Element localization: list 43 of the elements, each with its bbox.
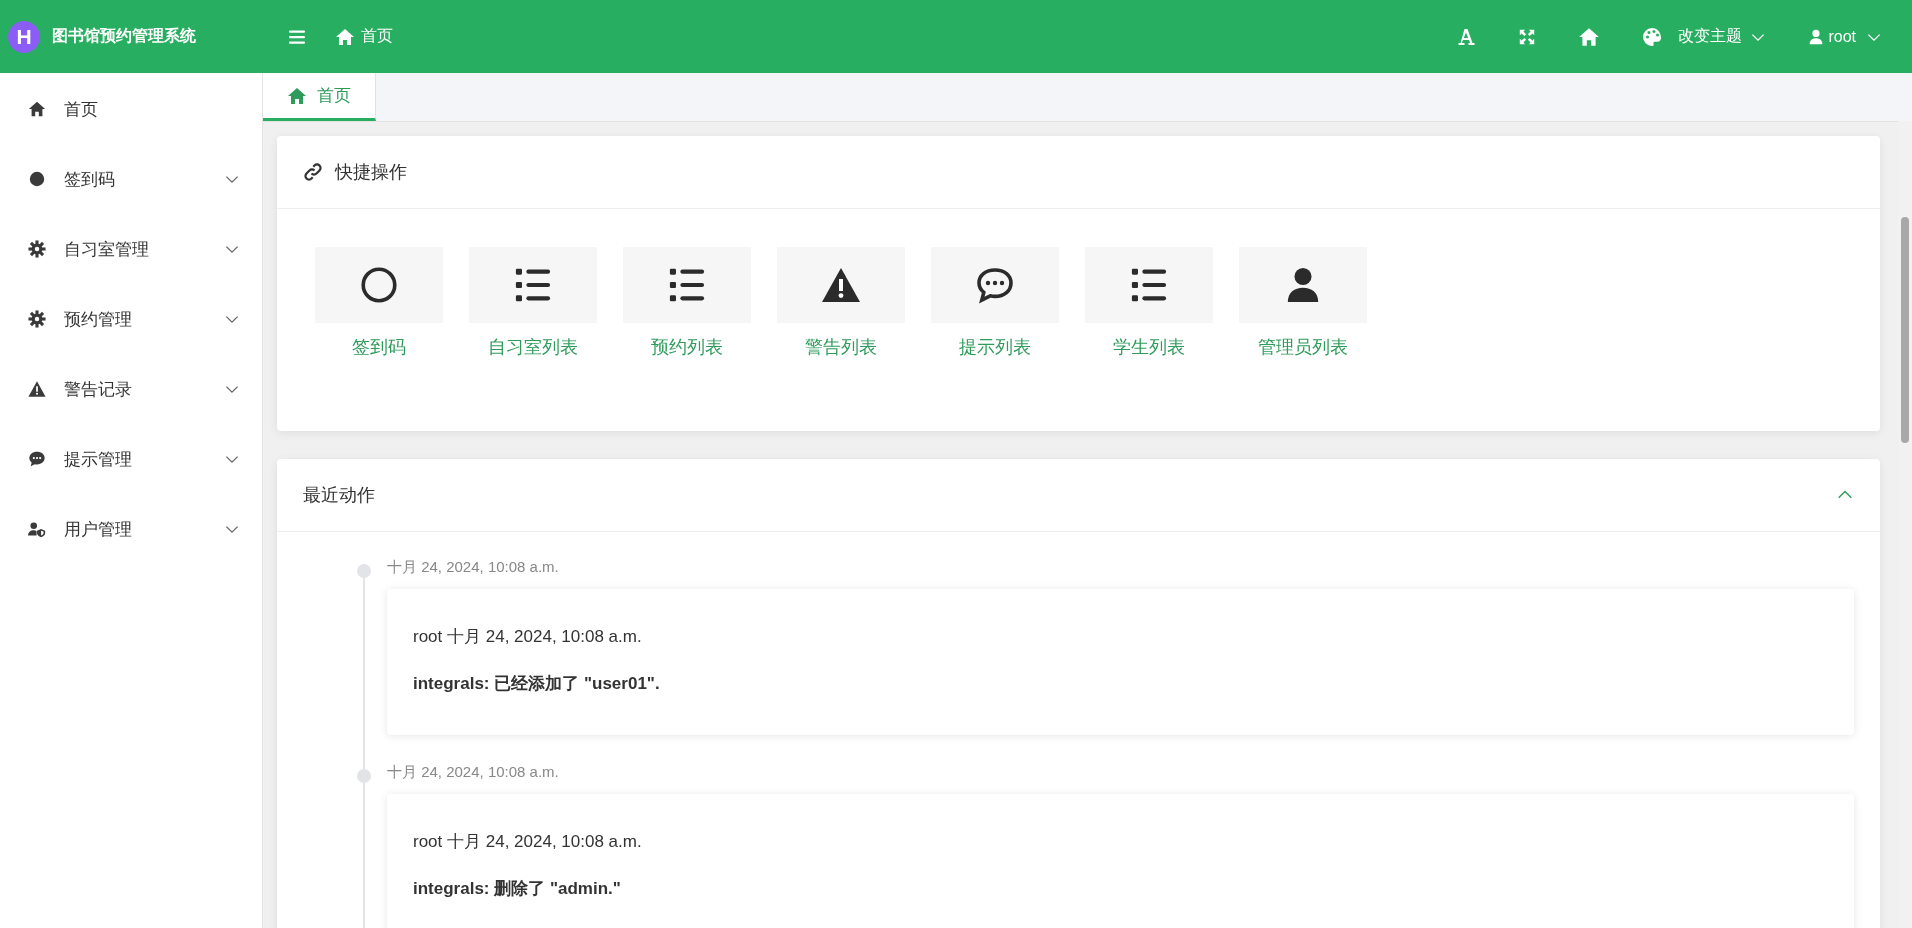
card-title: 最近动作 [303, 484, 376, 507]
action-message: integrals: 已经添加了 "user01". [413, 673, 661, 695]
app-title: 图书馆预约管理系统 [52, 26, 196, 46]
action-author: root 十月 24, 2024, 10:08 a.m. [413, 831, 643, 853]
sidebar-item[interactable]: 用户管理 [0, 494, 262, 564]
chat-bubble-icon [28, 450, 46, 468]
timeline-time: 十月 24, 2024, 10:08 a.m. [387, 558, 560, 577]
action-author: root 十月 24, 2024, 10:08 a.m. [413, 626, 643, 648]
sidebar-item[interactable]: 警告记录 [0, 354, 262, 424]
logo-badge: H [8, 20, 40, 53]
sidebar-item[interactable]: 首页 [0, 74, 262, 144]
timeline-time: 十月 24, 2024, 10:08 a.m. [387, 763, 560, 782]
font-icon [1456, 26, 1477, 47]
theme-dropdown[interactable]: 改变主题 [1642, 26, 1767, 47]
sidebar-item[interactable]: 预约管理 [0, 284, 262, 354]
gear-icon [28, 240, 46, 258]
list-icon [514, 266, 552, 304]
fullscreen-icon [1518, 27, 1537, 46]
list-icon [1130, 266, 1168, 304]
action-message: integrals: 删除了 "admin." [413, 878, 622, 900]
sidebar-item[interactable]: 提示管理 [0, 424, 262, 494]
fullscreen-button[interactable] [1518, 27, 1537, 46]
palette-icon [1642, 26, 1663, 47]
warning-icon [28, 380, 46, 398]
card-title: 快捷操作 [335, 161, 408, 184]
home-icon [335, 26, 355, 47]
sidebar-item[interactable]: 签到码 [0, 144, 262, 214]
scrollbar-thumb[interactable] [1901, 217, 1909, 443]
home-icon [287, 85, 307, 106]
chat-bubble-icon [975, 265, 1015, 305]
page-tab[interactable]: 首页 [263, 73, 376, 121]
circle-icon [360, 266, 398, 304]
gear-icon [28, 310, 46, 328]
user-shield-icon [28, 520, 46, 538]
home-icon [28, 100, 46, 118]
user-dropdown[interactable]: root [1808, 27, 1882, 46]
sidebar-item[interactable]: 自习室管理 [0, 214, 262, 284]
font-button[interactable] [1456, 26, 1477, 47]
user-icon [1808, 28, 1825, 45]
link-icon [303, 162, 323, 182]
breadcrumb-link[interactable]: 首页 [335, 26, 393, 47]
dot-icon [28, 170, 46, 188]
list-icon [668, 266, 706, 304]
